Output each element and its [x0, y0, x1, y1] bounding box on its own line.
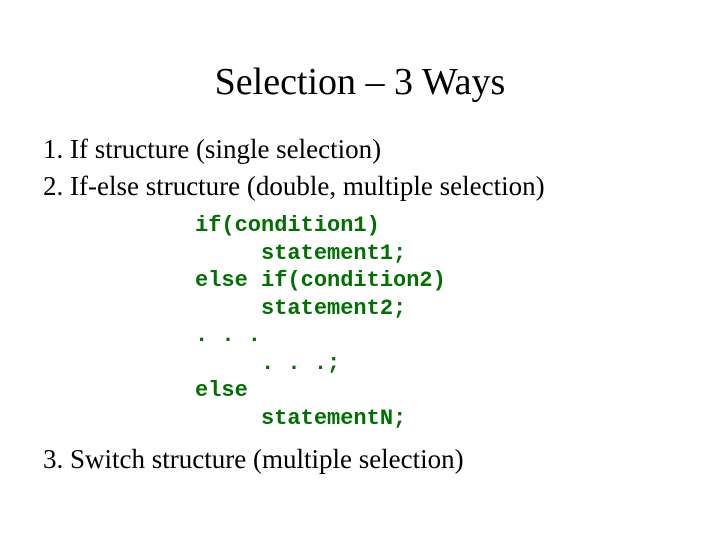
ordered-list: If structure (single selection) If-else …	[70, 132, 680, 204]
list-item-1: If structure (single selection)	[70, 132, 680, 167]
code-block: if(condition1) statement1; else if(condi…	[195, 212, 680, 432]
slide: Selection – 3 Ways If structure (single …	[0, 0, 720, 540]
ordered-list-continued: Switch structure (multiple selection)	[70, 442, 680, 477]
list-item-2: If-else structure (double, multiple sele…	[70, 169, 680, 204]
list-item-3: Switch structure (multiple selection)	[70, 442, 680, 477]
slide-title: Selection – 3 Ways	[40, 60, 680, 104]
